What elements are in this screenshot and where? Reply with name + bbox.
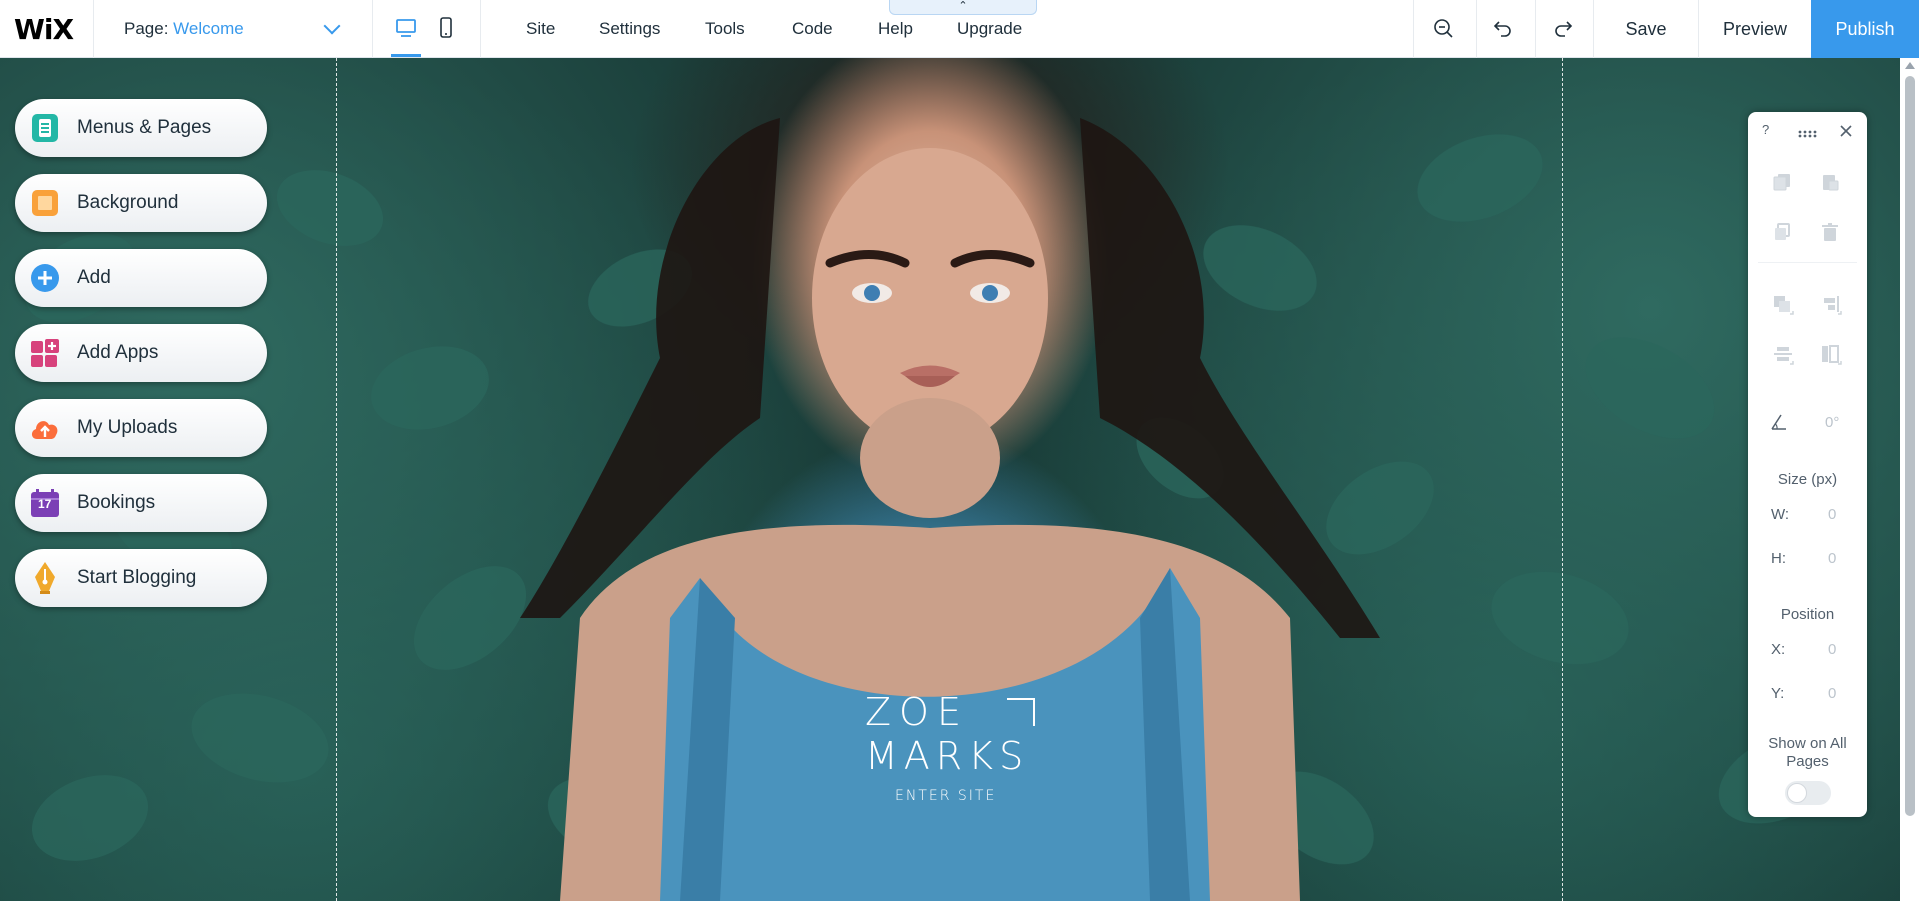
- delete-icon[interactable]: [1820, 222, 1842, 244]
- menu-settings[interactable]: Settings: [599, 19, 660, 39]
- tool-panel: ? 0° Size (px) W: 0 H: 0 Position X: 0 Y…: [1748, 112, 1867, 817]
- save-button[interactable]: Save: [1594, 0, 1698, 58]
- bookings-badge: 17: [38, 497, 52, 511]
- width-input[interactable]: 0: [1828, 506, 1858, 523]
- y-label: Y:: [1771, 685, 1785, 702]
- background-icon: [29, 187, 61, 219]
- close-icon[interactable]: [1840, 124, 1852, 141]
- background-button[interactable]: Background: [15, 174, 267, 232]
- menu-help[interactable]: Help: [878, 19, 913, 39]
- show-on-all-pages-label: Show on All Pages: [1768, 735, 1847, 770]
- add-button[interactable]: Add: [15, 249, 267, 307]
- site-title[interactable]: ZOE MARKS ENTER SITE: [865, 690, 1030, 804]
- menu-site[interactable]: Site: [526, 19, 555, 39]
- add-label: Add: [77, 267, 111, 288]
- drag-handle-icon[interactable]: [1798, 125, 1818, 142]
- bookings-icon: 17: [29, 487, 61, 519]
- publish-button[interactable]: Publish: [1811, 0, 1919, 58]
- bookings-button[interactable]: 17 Bookings: [15, 474, 267, 532]
- height-input[interactable]: 0: [1828, 550, 1858, 567]
- preview-button[interactable]: Preview: [1699, 0, 1811, 58]
- menus-pages-icon: [29, 112, 61, 144]
- paste-icon[interactable]: [1820, 172, 1842, 194]
- match-size-icon[interactable]: [1820, 344, 1842, 366]
- blog-pen-icon: [29, 562, 61, 594]
- align-right-icon[interactable]: [1820, 294, 1842, 316]
- height-label: H:: [1771, 550, 1786, 567]
- position-section-label: Position: [1780, 606, 1835, 623]
- copy-icon[interactable]: [1772, 172, 1794, 194]
- add-apps-icon: [29, 337, 61, 369]
- divider: [372, 0, 373, 58]
- desktop-active-indicator: [391, 54, 421, 57]
- arrange-icon[interactable]: [1772, 294, 1794, 316]
- page-selector[interactable]: Page: Welcome: [124, 19, 244, 39]
- divider: [1476, 0, 1477, 58]
- top-bar: WiX Page: Welcome Site Settings Tools Co…: [0, 0, 1919, 58]
- zoom-out-icon[interactable]: [1430, 15, 1458, 43]
- menus-pages-button[interactable]: Menus & Pages: [15, 99, 267, 157]
- divider: [1535, 0, 1536, 58]
- page-selector-name: Welcome: [173, 19, 244, 38]
- x-label: X:: [1771, 641, 1786, 658]
- x-input[interactable]: 0: [1828, 641, 1858, 658]
- collapse-topbar-tab[interactable]: ⌃: [889, 0, 1037, 15]
- toggle-knob: [1787, 783, 1807, 803]
- enter-site-link[interactable]: ENTER SITE: [895, 788, 996, 804]
- wix-logo[interactable]: WiX: [14, 13, 74, 46]
- site-title-line1: ZOE: [865, 690, 969, 734]
- rotate-angle-icon[interactable]: [1770, 412, 1792, 434]
- editor-canvas[interactable]: ZOE MARKS ENTER SITE: [0, 58, 1900, 901]
- help-icon[interactable]: ?: [1762, 122, 1769, 137]
- undo-icon[interactable]: [1489, 15, 1517, 43]
- add-apps-label: Add Apps: [77, 342, 159, 363]
- start-blogging-label: Start Blogging: [77, 567, 197, 588]
- y-input[interactable]: 0: [1828, 685, 1858, 702]
- chevron-down-icon[interactable]: [323, 17, 341, 35]
- my-uploads-label: My Uploads: [77, 417, 178, 438]
- title-corner-bracket: [1007, 698, 1035, 726]
- site-title-line2: MARKS: [865, 734, 1030, 778]
- distribute-icon[interactable]: [1772, 344, 1794, 366]
- menu-tools[interactable]: Tools: [705, 19, 745, 39]
- page-selector-prefix: Page:: [124, 19, 169, 38]
- my-uploads-button[interactable]: My Uploads: [15, 399, 267, 457]
- start-blogging-button[interactable]: Start Blogging: [15, 549, 267, 607]
- menu-upgrade[interactable]: Upgrade: [957, 19, 1022, 39]
- bookings-label: Bookings: [77, 492, 156, 513]
- redo-icon[interactable]: [1549, 15, 1577, 43]
- width-label: W:: [1771, 506, 1790, 523]
- divider: [480, 0, 481, 58]
- menus-pages-label: Menus & Pages: [77, 117, 212, 138]
- add-apps-button[interactable]: Add Apps: [15, 324, 267, 382]
- add-icon: [29, 262, 61, 294]
- rotation-value[interactable]: 0°: [1825, 414, 1855, 431]
- divider: [1413, 0, 1414, 58]
- scroll-up-arrow-icon[interactable]: [1905, 62, 1915, 69]
- divider: [1758, 262, 1857, 263]
- show-on-all-pages-toggle[interactable]: [1785, 781, 1831, 805]
- mobile-icon[interactable]: [433, 14, 459, 42]
- left-layout-guide: [336, 58, 337, 901]
- size-section-label: Size (px): [1777, 471, 1838, 488]
- duplicate-icon[interactable]: [1772, 222, 1794, 244]
- divider: [93, 0, 94, 58]
- upload-icon: [29, 412, 61, 444]
- scrollbar-thumb[interactable]: [1905, 76, 1915, 816]
- desktop-icon[interactable]: [393, 14, 419, 42]
- menu-code[interactable]: Code: [792, 19, 833, 39]
- right-layout-guide: [1562, 58, 1563, 901]
- background-label: Background: [77, 192, 179, 213]
